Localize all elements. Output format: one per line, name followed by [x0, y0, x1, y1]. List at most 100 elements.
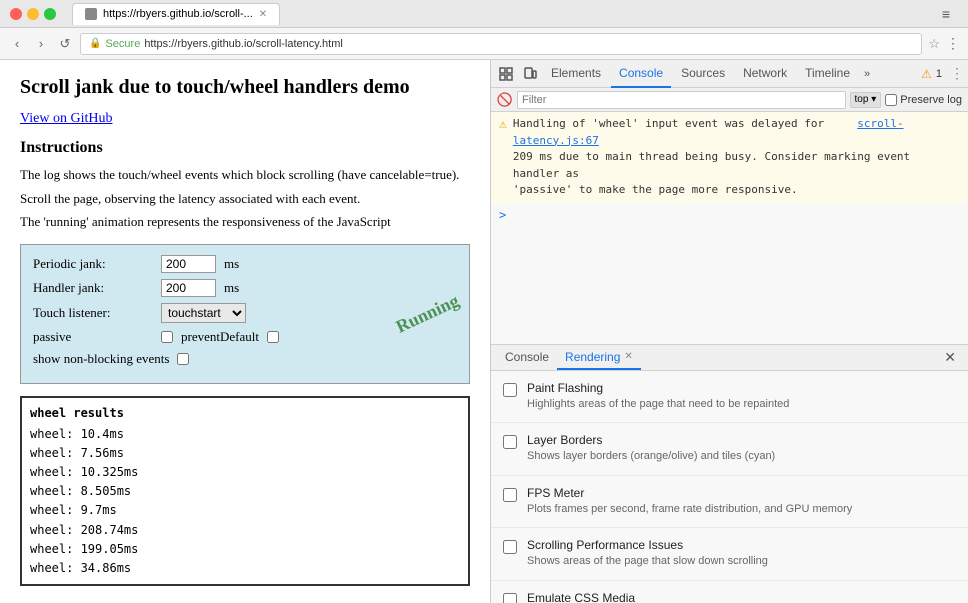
instructions-heading: Instructions	[20, 139, 470, 157]
preserve-log-label: Preserve log	[900, 94, 962, 106]
tab-console[interactable]: Console	[611, 60, 671, 88]
github-link[interactable]: View on GitHub	[20, 111, 470, 127]
console-prompt-row: >	[491, 204, 968, 226]
handler-jank-label: Handler jank:	[33, 280, 153, 296]
devtools-settings-button[interactable]: ⋮	[950, 65, 964, 82]
maximize-window-button[interactable]	[44, 8, 56, 20]
rendering-tab-rendering[interactable]: Rendering ✕	[557, 345, 641, 370]
console-clear-button[interactable]: 🚫	[497, 92, 513, 108]
emulate-css-title: Emulate CSS Media	[527, 591, 956, 603]
touch-listener-label: Touch listener:	[33, 305, 153, 321]
passive-checkbox[interactable]	[161, 331, 173, 343]
console-message-text: Handling of 'wheel' input event was dela…	[513, 116, 960, 199]
instructions-text-1: The log shows the touch/wheel events whi…	[20, 165, 470, 185]
scrolling-performance-desc: Shows areas of the page that slow down s…	[527, 554, 956, 569]
console-warning-message: ⚠ Handling of 'wheel' input event was de…	[491, 112, 968, 204]
url-box[interactable]: 🔒 Secure https://rbyers.github.io/scroll…	[80, 33, 922, 55]
rendering-tab-label: Rendering	[565, 350, 620, 364]
prevent-default-checkbox[interactable]	[267, 331, 279, 343]
console-filter-input[interactable]	[517, 91, 846, 109]
rendering-panel-close-button[interactable]: ✕	[938, 345, 962, 370]
console-source-link[interactable]: scroll-latency.js:67	[513, 117, 904, 147]
alert-triangle-icon: ⚠	[921, 67, 932, 81]
show-non-blocking-label: show non-blocking events	[33, 351, 169, 367]
rendering-tab-console[interactable]: Console	[497, 345, 557, 370]
bookmark-button[interactable]: ☆	[928, 36, 940, 52]
layer-borders-option: Layer Borders Shows layer borders (orang…	[491, 423, 968, 475]
top-level-filter-button[interactable]: top ▾	[850, 92, 882, 108]
page-title: Scroll jank due to touch/wheel handlers …	[20, 76, 470, 99]
rendering-tab-console-label: Console	[505, 350, 549, 364]
console-toolbar: 🚫 top ▾ Preserve log	[491, 88, 968, 112]
main-area: Scroll jank due to touch/wheel handlers …	[0, 60, 968, 603]
show-non-blocking-checkbox[interactable]	[177, 353, 189, 365]
log-line-6: wheel: 199.05ms	[30, 540, 460, 559]
tab-sources[interactable]: Sources	[673, 60, 733, 88]
scrolling-performance-checkbox[interactable]	[503, 540, 517, 554]
tab-network[interactable]: Network	[735, 60, 795, 88]
console-prompt-symbol: >	[499, 208, 506, 222]
prevent-default-label: preventDefault	[181, 329, 259, 345]
tab-timeline-label: Timeline	[805, 66, 850, 80]
periodic-jank-label: Periodic jank:	[33, 256, 153, 272]
top-level-filter: top ▾	[850, 92, 882, 108]
paint-flashing-option: Paint Flashing Highlights areas of the p…	[491, 371, 968, 423]
log-line-5: wheel: 208.74ms	[30, 521, 460, 540]
periodic-jank-unit: ms	[224, 256, 239, 272]
tab-favicon	[85, 8, 97, 20]
handler-jank-input[interactable]	[161, 279, 216, 297]
passive-row: passive preventDefault	[33, 329, 457, 345]
log-line-4: wheel: 9.7ms	[30, 501, 460, 520]
log-line: wheel results	[30, 404, 460, 423]
paint-flashing-checkbox[interactable]	[503, 383, 517, 397]
url-text: https://rbyers.github.io/scroll-latency.…	[144, 38, 342, 50]
devtools-panel: Elements Console Sources Network Timelin…	[490, 60, 968, 603]
paint-flashing-title: Paint Flashing	[527, 381, 956, 395]
devtools-inspect-button[interactable]	[495, 63, 517, 85]
browser-tab[interactable]: https://rbyers.github.io/scroll-... ✕	[72, 3, 280, 25]
tab-title: https://rbyers.github.io/scroll-...	[103, 8, 253, 20]
log-line-1: wheel: 7.56ms	[30, 444, 460, 463]
paint-flashing-desc: Highlights areas of the page that need t…	[527, 397, 956, 412]
devtools-more-tabs[interactable]: »	[860, 68, 874, 80]
preserve-log-checkbox[interactable]	[885, 94, 897, 106]
handler-jank-row: Handler jank: ms	[33, 279, 457, 297]
instructions-text-3: The 'running' animation represents the r…	[20, 212, 470, 232]
browser-window: https://rbyers.github.io/scroll-... ✕ ≡ …	[0, 0, 968, 603]
tab-elements[interactable]: Elements	[543, 60, 609, 88]
warning-icon: ⚠	[499, 117, 507, 132]
emulate-css-checkbox[interactable]	[503, 593, 517, 603]
devtools-device-button[interactable]	[519, 63, 541, 85]
page-content: Scroll jank due to touch/wheel handlers …	[0, 60, 490, 603]
minimize-window-button[interactable]	[27, 8, 39, 20]
title-bar: https://rbyers.github.io/scroll-... ✕ ≡	[0, 0, 968, 28]
rendering-tab-close-button[interactable]: ✕	[624, 351, 632, 362]
fps-meter-desc: Plots frames per second, frame rate dist…	[527, 502, 956, 517]
tab-elements-label: Elements	[551, 66, 601, 80]
tab-close-button[interactable]: ✕	[259, 9, 267, 20]
log-line-7: wheel: 34.86ms	[30, 559, 460, 578]
fps-meter-checkbox[interactable]	[503, 488, 517, 502]
tab-timeline[interactable]: Timeline	[797, 60, 858, 88]
passive-label: passive	[33, 329, 153, 345]
scrolling-performance-title: Scrolling Performance Issues	[527, 538, 956, 552]
layer-borders-checkbox[interactable]	[503, 435, 517, 449]
reload-button[interactable]: ↺	[56, 35, 74, 53]
log-line-3: wheel: 8.505ms	[30, 482, 460, 501]
back-button[interactable]: ‹	[8, 35, 26, 53]
forward-button[interactable]: ›	[32, 35, 50, 53]
fps-meter-option: FPS Meter Plots frames per second, frame…	[491, 476, 968, 528]
emulate-css-option: Emulate CSS Media Forces media type for …	[491, 581, 968, 603]
browser-more-button[interactable]: ⋮	[946, 35, 960, 52]
log-line-2: wheel: 10.325ms	[30, 463, 460, 482]
layer-borders-desc: Shows layer borders (orange/olive) and t…	[527, 449, 956, 464]
alert-count: 1	[936, 68, 942, 80]
console-messages-area: ⚠ Handling of 'wheel' input event was de…	[491, 112, 968, 345]
touch-listener-select[interactable]: touchstart touchmove	[161, 303, 246, 323]
tab-network-label: Network	[743, 66, 787, 80]
scrolling-performance-option: Scrolling Performance Issues Shows areas…	[491, 528, 968, 580]
periodic-jank-input[interactable]	[161, 255, 216, 273]
preserve-log-option: Preserve log	[885, 94, 962, 106]
window-menu-button[interactable]: ≡	[942, 6, 950, 22]
close-window-button[interactable]	[10, 8, 22, 20]
